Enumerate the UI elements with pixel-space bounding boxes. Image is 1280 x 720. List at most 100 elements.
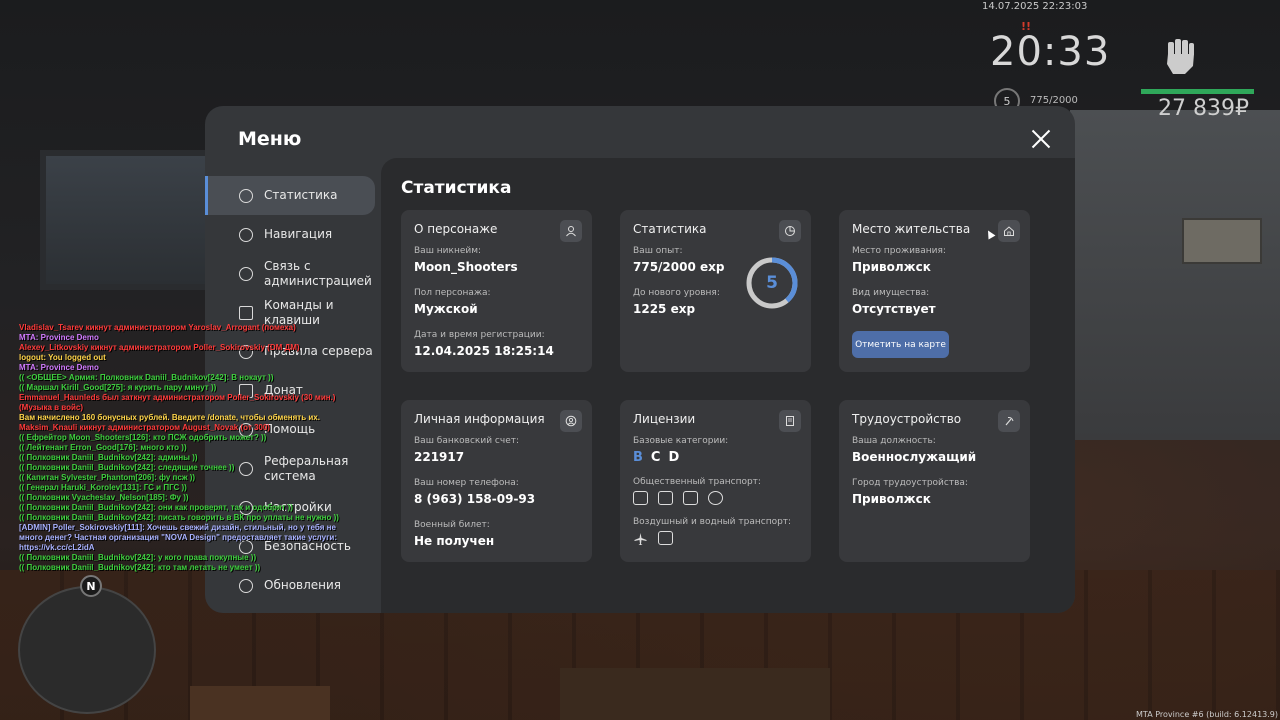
tram-icon — [683, 491, 698, 505]
chat-line: (( Ефрейтор Moon_Shooters[126]: кто ПСЖ … — [19, 433, 267, 442]
position-value: Военнослужащий — [852, 450, 977, 464]
user-icon — [560, 220, 582, 242]
sidebar-item-admin-contact[interactable]: Связь с администрацией — [205, 254, 381, 293]
compass-north-icon: N — [80, 575, 102, 597]
card-residence: Место жительства Место проживания: Приво… — [839, 210, 1030, 372]
chat-line: Emmanuel_Haunleds был заткнут администра… — [19, 393, 336, 402]
level-number: 5 — [766, 273, 778, 293]
chat-line: (( Полковник Daniil_Budnikov[242]: у ког… — [19, 553, 257, 562]
chat-line: https://vk.cc/cL2idA — [19, 543, 95, 552]
bus-icon — [658, 491, 673, 505]
sidebar-item-navigation[interactable]: Навигация — [205, 215, 381, 254]
license-icon — [779, 410, 801, 432]
subway-icon — [708, 491, 723, 505]
chat-line: (( <ОБЩЕЕ> Армия: Полковник Daniil_Budni… — [19, 373, 274, 382]
card-title: Трудоустройство — [852, 412, 962, 426]
military-id-value: Не получен — [414, 534, 495, 548]
work-city-value: Приволжск — [852, 492, 931, 506]
chat-line: (( Капитан Sylvester_Phantom[206]: фу пс… — [19, 473, 196, 482]
label: Военный билет: — [414, 520, 490, 530]
boat-icon — [658, 531, 673, 545]
chat-line: Alexey_Litkovskiy кикнут администратором… — [19, 343, 300, 352]
chat-log: Vladislav_Tsarev кикнут администратором … — [19, 323, 339, 573]
background-sign — [1182, 218, 1262, 264]
card-character: О персонаже Ваш никнейм: Moon_Shooters П… — [401, 210, 592, 372]
public-transport-icons — [633, 491, 798, 505]
pickaxe-icon — [998, 410, 1020, 432]
chat-line: много денег? Частная организация "NOVA D… — [19, 533, 337, 542]
keyboard-icon — [239, 305, 253, 320]
background-desk — [560, 668, 830, 720]
hud-money: 27 839₽ — [1158, 96, 1249, 121]
mark-on-map-button[interactable]: Отметить на карте — [852, 331, 949, 358]
hud-health-bar — [1141, 89, 1254, 94]
close-button[interactable] — [1031, 129, 1051, 149]
chat-line: MTA: Province Demo — [19, 333, 99, 342]
chat-line: (( Полковник Daniil_Budnikov[242]: кто т… — [19, 563, 261, 572]
label: Город трудоустройства: — [852, 478, 968, 488]
sidebar-item-label: Навигация — [264, 227, 333, 241]
phone-value: 8 (963) 158-09-93 — [414, 492, 536, 506]
chat-line: (Музыка в войс) — [19, 403, 84, 412]
air-water-transport-icons — [633, 531, 798, 545]
category-c: C — [650, 450, 661, 465]
trolleybus-icon — [633, 491, 648, 505]
residence-value: Приволжск — [852, 260, 931, 274]
card-licenses: Лицензии Базовые категории: B C D Общест… — [620, 400, 811, 562]
card-personal: Личная информация Ваш банковский счет: 2… — [401, 400, 592, 562]
card-statistics: Статистика Ваш опыт: 775/2000 exp До нов… — [620, 210, 811, 372]
category-d: D — [668, 450, 680, 465]
sidebar-item-statistics[interactable]: Статистика — [205, 176, 375, 215]
headset-icon — [239, 266, 253, 281]
compass-icon — [239, 227, 253, 242]
property-value: Отсутствует — [852, 302, 936, 316]
label: Ваш банковский счет: — [414, 436, 520, 446]
bank-account-value: 221917 — [414, 450, 465, 464]
build-version: MTA Province #6 (build: 6.12413.9) — [1136, 710, 1278, 719]
sidebar-item-label: Статистика — [264, 188, 338, 202]
card-title: Личная информация — [414, 412, 545, 426]
label: Место проживания: — [852, 246, 946, 256]
chat-line: (( Полковник Daniil_Budnikov[242]: они к… — [19, 503, 293, 512]
chat-line: (( Полковник Daniil_Budnikov[242]: админ… — [19, 453, 198, 462]
label: Ваш номер телефона: — [414, 478, 519, 488]
chat-line: (( Генерал Haruki_Korolev[131]: ГС и ПГС… — [19, 483, 187, 492]
card-title: О персонаже — [414, 222, 498, 236]
house-icon — [998, 220, 1020, 242]
label: Воздушный и водный транспорт: — [633, 517, 792, 527]
label: Ваш опыт: — [633, 246, 683, 256]
label: Вид имущества: — [852, 288, 930, 298]
label: Пол персонажа: — [414, 288, 491, 298]
pie-chart-icon — [779, 220, 801, 242]
chat-line: [ADMIN] Poller_Sokirovskiy[111]: Хочешь … — [19, 523, 336, 532]
sidebar-item-label: Связь с администрацией — [264, 258, 372, 288]
airplane-icon — [633, 531, 648, 545]
chat-line: Maksim_Knauli кикнут администратором Aug… — [19, 423, 270, 432]
chat-line: (( Полковник Vyacheslav_Nelson[185]: Фу … — [19, 493, 189, 502]
chat-line: (( Полковник Daniil_Budnikov[242]: следя… — [19, 463, 235, 472]
hud-exp: 775/2000 — [1030, 95, 1078, 106]
chat-line: logout: You logged out — [19, 353, 106, 362]
chat-line: Вам начислено 160 бонусных рублей. Введи… — [19, 413, 320, 422]
chat-line: Vladislav_Tsarev кикнут администратором … — [19, 323, 296, 332]
gender-value: Мужской — [414, 302, 478, 316]
card-title: Лицензии — [633, 412, 696, 426]
chat-line: (( Лейтенант Erron_Good[176]: много кто … — [19, 443, 187, 452]
minimap — [18, 586, 156, 714]
refresh-icon — [239, 578, 253, 593]
registration-value: 12.04.2025 18:25:14 — [414, 344, 554, 358]
label: Дата и время регистрации: — [414, 330, 545, 340]
category-b: B — [633, 450, 643, 465]
background-wall — [1070, 110, 1280, 440]
sidebar-item-label: Обновления — [264, 578, 342, 592]
menu-title: Меню — [238, 128, 302, 150]
user-circle-icon — [560, 410, 582, 432]
card-title: Статистика — [633, 222, 707, 236]
label: Базовые категории: — [633, 436, 729, 446]
chat-line: MTA: Province Demo — [19, 363, 99, 372]
fist-icon — [1167, 39, 1194, 74]
hud-clock: 20:33 — [990, 29, 1111, 75]
label: Ваш никнейм: — [414, 246, 482, 256]
page-title: Статистика — [401, 178, 512, 198]
content-area: Статистика О персонаже Ваш никнейм: Moon… — [381, 158, 1075, 613]
